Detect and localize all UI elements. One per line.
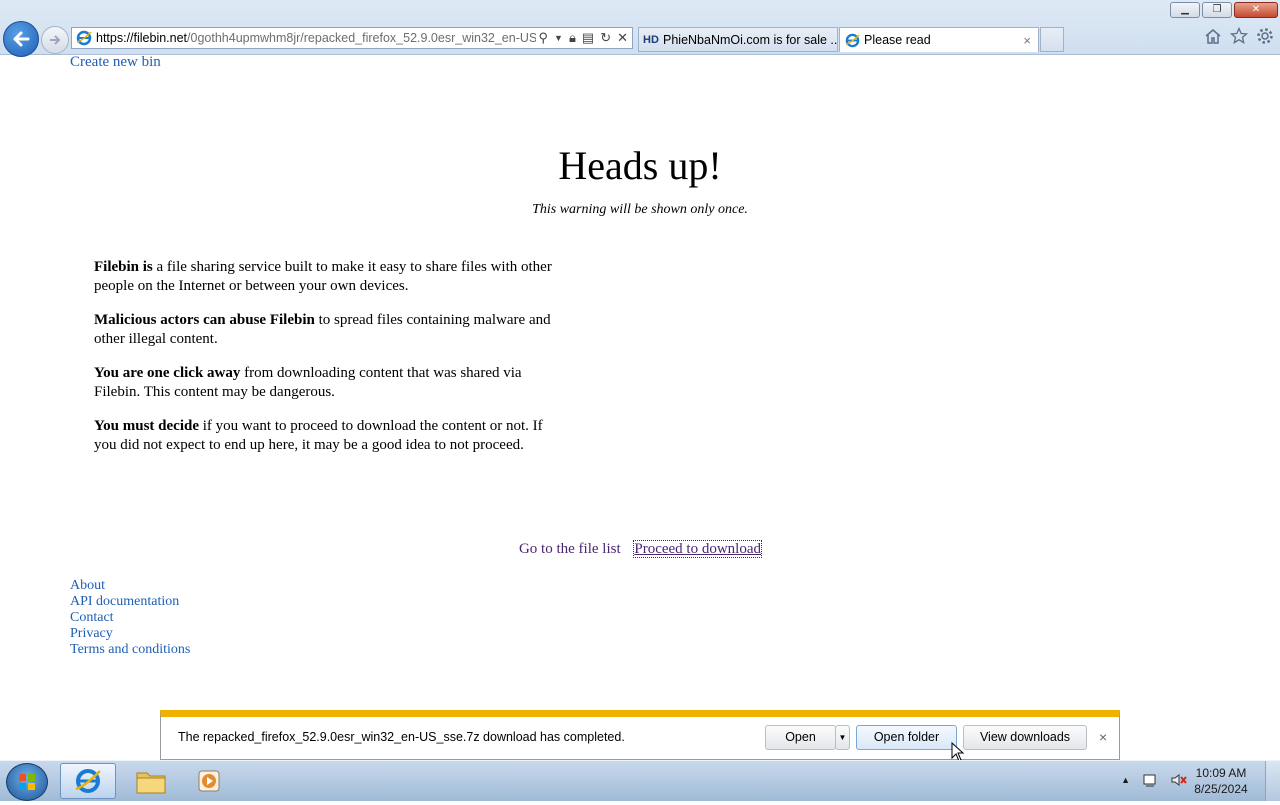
media-player-icon (198, 770, 220, 792)
home-icon[interactable] (1204, 27, 1222, 45)
download-message: The repacked_firefox_52.9.0esr_win32_en-… (178, 730, 625, 744)
browser-chrome: ▁ ❐ ✕ https://filebin.net/0gothh4upmwhm8… (0, 0, 1280, 57)
address-text: https://filebin.net/0gothh4upmwhm8jr/rep… (96, 28, 536, 48)
create-new-bin-link[interactable]: Create new bin (70, 54, 161, 71)
info-bold: Filebin is (94, 259, 153, 275)
page-title: Heads up! (558, 143, 722, 188)
favorites-star-icon[interactable] (1230, 27, 1248, 45)
footer-contact-link[interactable]: Contact (70, 610, 190, 626)
clock-time: 10:09 AM (1195, 766, 1247, 780)
info-paragraph: Filebin is a file sharing service built … (94, 258, 554, 295)
lock-icon[interactable]: 🔒︎ (569, 28, 576, 48)
footer-api-docs-link[interactable]: API documentation (70, 594, 190, 610)
ie-page-icon (845, 32, 860, 52)
info-bold: You must decide (94, 418, 200, 434)
refresh-icon[interactable]: ↻ (600, 28, 611, 48)
open-dropdown-arrow-icon[interactable]: ▼ (835, 725, 850, 750)
minimize-button[interactable]: ▁ (1170, 2, 1200, 18)
address-path: /0gothh4upmwhm8jr/repacked_firefox_52.9.… (187, 31, 536, 45)
toolbar-icons (1204, 27, 1274, 45)
footer-terms-link[interactable]: Terms and conditions (70, 642, 190, 658)
taskbar-ie-button[interactable] (60, 763, 116, 799)
show-hidden-icons-arrow-icon[interactable]: ▲ (1121, 775, 1130, 785)
info-paragraph: You must decide if you want to proceed t… (94, 417, 554, 454)
footer-privacy-link[interactable]: Privacy (70, 626, 190, 642)
dropdown-icon[interactable]: ▼ (554, 28, 563, 48)
forward-button[interactable] (41, 26, 69, 54)
mouse-cursor-icon (951, 742, 965, 762)
window-controls: ▁ ❐ ✕ (1170, 2, 1278, 18)
ie-page-icon (76, 30, 92, 48)
back-arrow-icon (13, 31, 30, 47)
tab-label: Please read (864, 33, 931, 47)
proceed-to-download-link[interactable]: Proceed to download (633, 540, 763, 558)
show-desktop-button[interactable] (1265, 761, 1280, 801)
address-tools: ⚲ ▼ 🔒︎ ▤ ↻ ✕ (539, 28, 628, 48)
clock-date: 8/25/2024 (1194, 782, 1248, 796)
action-center-flag-icon[interactable] (1142, 772, 1158, 788)
start-button[interactable] (6, 763, 48, 801)
warning-info: Filebin is a file sharing service built … (94, 258, 554, 470)
info-paragraph: Malicious actors can abuse Filebin to sp… (94, 311, 554, 348)
system-tray: ▲ 10:09 AM 8/25/2024 (1110, 761, 1280, 801)
window-close-button[interactable]: ✕ (1234, 2, 1278, 18)
compatibility-icon[interactable]: ▤ (582, 28, 594, 48)
taskbar-media-player-button[interactable] (183, 763, 239, 799)
new-tab-button[interactable] (1040, 27, 1064, 52)
back-button[interactable] (3, 21, 39, 57)
tab-phienbanmoi[interactable]: HD PhieNbaNmOi.com is for sale ... (638, 27, 838, 52)
forward-arrow-icon (50, 35, 61, 45)
taskbar: ▲ 10:09 AM 8/25/2024 (0, 760, 1280, 801)
search-icon[interactable]: ⚲ (539, 28, 549, 48)
info-bold: You are one click away (94, 365, 241, 381)
stop-icon[interactable]: ✕ (617, 28, 628, 48)
tab-close-icon[interactable]: × (1023, 28, 1031, 52)
go-to-file-list-link[interactable]: Go to the file list (519, 541, 621, 557)
footer-about-link[interactable]: About (70, 578, 190, 594)
clock[interactable]: 10:09 AM 8/25/2024 (1186, 765, 1256, 797)
restore-button[interactable]: ❐ (1202, 2, 1232, 18)
windows-logo-icon (19, 774, 35, 790)
hd-site-icon: HD (643, 34, 659, 46)
tray-icons: ▲ (1121, 772, 1188, 788)
download-notification-bar: The repacked_firefox_52.9.0esr_win32_en-… (160, 710, 1120, 760)
footer-links: About API documentation Contact Privacy … (70, 578, 190, 658)
close-icon[interactable]: × (1099, 729, 1107, 745)
info-paragraph: You are one click away from downloading … (94, 364, 554, 401)
tab-please-read[interactable]: Please read × (839, 27, 1039, 52)
address-host: https://filebin.net (96, 31, 188, 45)
tab-label: PhieNbaNmOi.com is for sale ... (663, 33, 838, 47)
file-explorer-icon (136, 772, 166, 794)
gear-icon[interactable] (1256, 27, 1274, 45)
view-downloads-button[interactable]: View downloads (963, 725, 1087, 750)
info-bold: Malicious actors can abuse Filebin (94, 312, 315, 328)
internet-explorer-icon (75, 769, 101, 793)
taskbar-explorer-button[interactable] (123, 763, 179, 799)
page-subtitle: This warning will be shown only once. (532, 202, 748, 217)
open-button[interactable]: Open (765, 725, 836, 750)
action-links: Go to the file list Proceed to download (0, 540, 1280, 558)
address-bar[interactable]: https://filebin.net/0gothh4upmwhm8jr/rep… (71, 27, 633, 49)
open-folder-button[interactable]: Open folder (856, 725, 957, 750)
info-text: a file sharing service built to make it … (94, 259, 552, 294)
